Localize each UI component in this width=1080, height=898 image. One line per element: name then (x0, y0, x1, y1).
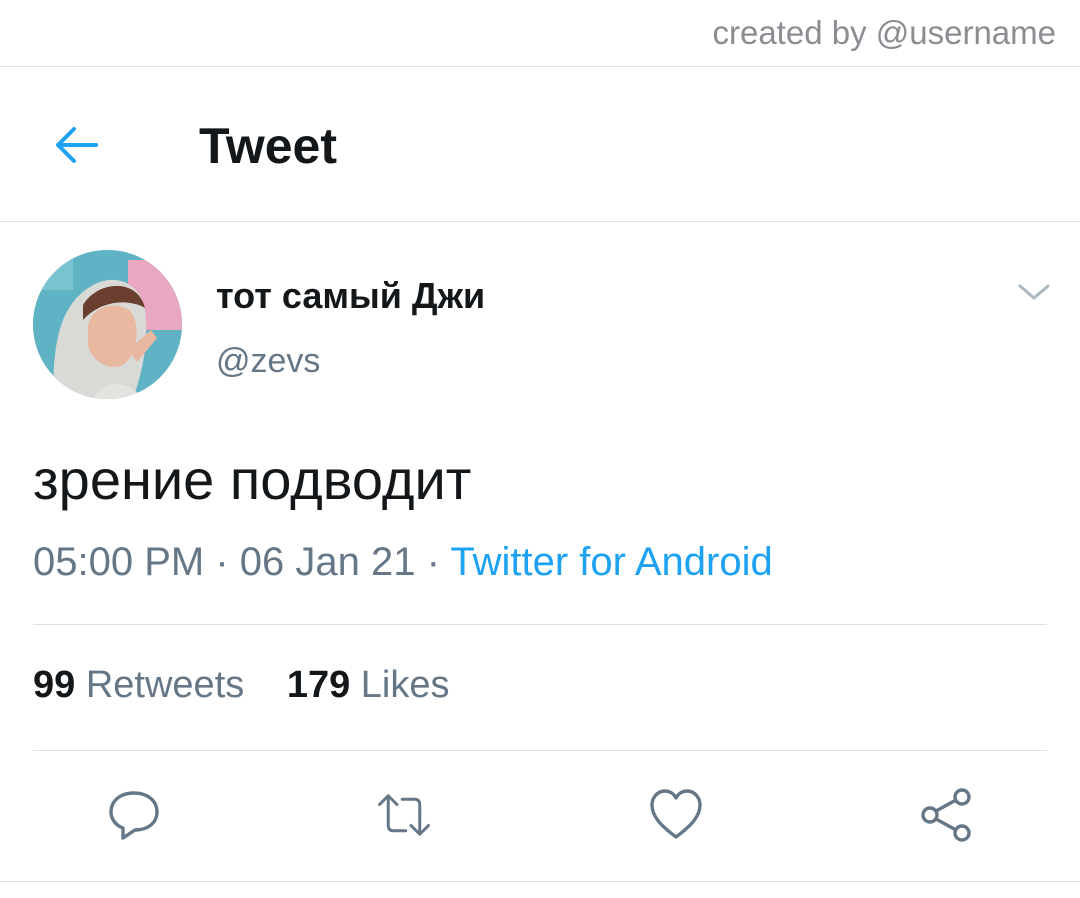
retweets-label: Retweets (85, 664, 245, 706)
author-name[interactable]: тот самый Джи (216, 275, 485, 317)
divider (33, 624, 1047, 625)
credit-bar: created by @username (0, 0, 1080, 67)
credit-text: created by @username (712, 14, 1056, 51)
tweet-meta: 05:00 PM · 06 Jan 21 · Twitter for Andro… (33, 540, 773, 585)
retweet-icon (378, 794, 430, 836)
reply-icon (109, 791, 159, 840)
avatar[interactable] (33, 250, 182, 399)
retweets-count: 99 (33, 664, 76, 706)
meta-separator: · (426, 540, 440, 584)
like-button[interactable] (648, 787, 704, 843)
action-bar (0, 777, 1080, 847)
author-handle[interactable]: @zevs (216, 342, 320, 381)
tweet-text: зрение подводит (33, 448, 472, 511)
retweet-button[interactable] (376, 787, 432, 843)
reply-button[interactable] (106, 787, 162, 843)
share-button[interactable] (918, 787, 974, 843)
tweet: тот самый Джи @zevs зрение подводит 05:0… (0, 222, 1080, 882)
back-button[interactable] (46, 115, 106, 175)
tweet-stats: 99 Retweets 179 Likes (33, 664, 482, 707)
avatar-image (33, 250, 182, 399)
chevron-down-icon (1018, 284, 1050, 300)
bottom-divider (0, 881, 1080, 882)
tweet-date: 06 Jan 21 (239, 540, 416, 584)
arrow-left-icon (56, 127, 98, 163)
likes-label: Likes (360, 664, 450, 706)
tweet-time: 05:00 PM (33, 540, 205, 584)
likes-count: 179 (286, 664, 351, 706)
meta-separator: · (215, 540, 229, 584)
retweets-stat[interactable]: 99 Retweets (33, 664, 244, 706)
divider (33, 750, 1047, 751)
share-icon (921, 788, 971, 842)
tweet-source-link[interactable]: Twitter for Android (450, 540, 772, 584)
more-options-button[interactable] (1012, 276, 1056, 308)
likes-stat[interactable]: 179 Likes (287, 664, 450, 706)
like-icon (650, 789, 702, 839)
header: Tweet (0, 67, 1080, 222)
page-title: Tweet (199, 118, 337, 174)
